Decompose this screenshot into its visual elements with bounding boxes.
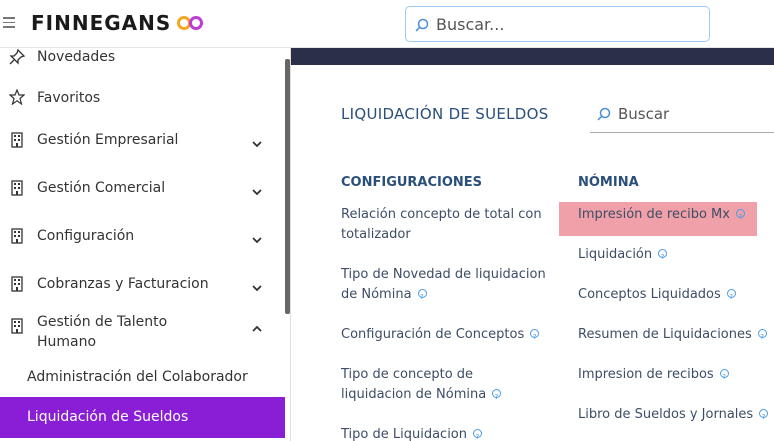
- top-bar: FINNEGANS: [0, 0, 774, 48]
- sidebar-scrollbar[interactable]: [285, 59, 290, 314]
- section-heading-configuraciones: CONFIGURACIONES: [341, 175, 483, 190]
- help-icon[interactable]: [735, 207, 745, 227]
- link-libro-sueldos[interactable]: Libro de Sueldos y Jornales: [578, 405, 769, 427]
- sidebar-item-label: Gestión Comercial: [37, 180, 166, 196]
- link-configuracion-conceptos[interactable]: Configuración de Conceptos: [341, 325, 540, 347]
- link-tipo-novedad[interactable]: Tipo de Novedad de liquidacion de Nómina: [341, 265, 546, 307]
- sidebar-item-talento-humano[interactable]: Gestión de Talento Humano: [0, 312, 285, 354]
- sidebar-item-novedades[interactable]: Novedades: [0, 48, 285, 68]
- sidebar-item-label: Humano: [37, 334, 97, 350]
- module-search[interactable]: [590, 99, 774, 133]
- link-label: Libro de Sueldos y Jornales: [578, 407, 754, 422]
- sidebar-item-label: Configuración: [37, 228, 135, 244]
- building-icon: [11, 276, 23, 292]
- search-icon: [415, 18, 429, 32]
- link-label: liquidacion de Nómina: [341, 387, 487, 402]
- help-icon[interactable]: [759, 407, 769, 427]
- link-label: Tipo de Novedad de liquidacion: [341, 267, 546, 282]
- chevron-down-icon[interactable]: [251, 186, 263, 198]
- sidebar-item-gestion-empresarial[interactable]: Gestión Empresarial: [0, 130, 285, 152]
- sidebar-subitem-label: Administración del Colaborador: [27, 369, 248, 385]
- link-resumen-liquidaciones[interactable]: Resumen de Liquidaciones: [578, 325, 767, 347]
- sidebar-item-label: Gestión Empresarial: [37, 132, 179, 148]
- sidebar-item-favoritos[interactable]: Favoritos: [0, 88, 285, 108]
- page-title: LIQUIDACIÓN DE SUELDOS: [341, 105, 549, 123]
- link-label: Configuración de Conceptos: [341, 327, 525, 342]
- help-icon[interactable]: [719, 367, 729, 387]
- link-label: Relación concepto de total con: [341, 207, 542, 222]
- section-heading-nomina: NÓMINA: [578, 175, 639, 190]
- link-label: Impresión de recibo Mx: [578, 207, 730, 222]
- link-label: Tipo de Liquidacion: [341, 427, 468, 441]
- help-icon[interactable]: [492, 387, 502, 407]
- brand-logo-icon: [177, 16, 203, 30]
- help-icon[interactable]: [530, 327, 540, 347]
- link-label: de Nómina: [341, 287, 412, 302]
- sidebar-item-label: Cobranzas y Facturacion: [37, 276, 209, 292]
- pin-icon: [9, 49, 25, 65]
- link-liquidacion[interactable]: Liquidación: [578, 245, 668, 267]
- building-icon: [11, 228, 23, 244]
- link-label: Liquidación: [578, 247, 653, 262]
- header-banner: [291, 48, 774, 65]
- help-icon[interactable]: [417, 287, 427, 307]
- help-icon[interactable]: [473, 427, 483, 441]
- sidebar-item-label: Favoritos: [37, 90, 101, 106]
- building-icon: [11, 318, 23, 334]
- search-icon: [597, 107, 611, 121]
- sidebar-item-label: Novedades: [37, 49, 116, 65]
- link-tipo-concepto[interactable]: Tipo de concepto de liquidacion de Nómin…: [341, 365, 502, 407]
- module-search-input[interactable]: [618, 103, 768, 125]
- link-label: Conceptos Liquidados: [578, 287, 721, 302]
- chevron-up-icon[interactable]: [251, 323, 263, 335]
- help-icon[interactable]: [658, 247, 668, 267]
- link-label: Impresion de recibos: [578, 367, 714, 382]
- link-label: totalizador: [341, 227, 411, 242]
- help-icon[interactable]: [757, 327, 767, 347]
- global-search-input[interactable]: [436, 12, 701, 36]
- link-impresion-recibos[interactable]: Impresion de recibos: [578, 365, 729, 387]
- global-search[interactable]: [405, 6, 710, 42]
- chevron-down-icon[interactable]: [251, 282, 263, 294]
- link-conceptos-liquidados[interactable]: Conceptos Liquidados: [578, 285, 736, 307]
- sidebar-item-cobranzas[interactable]: Cobranzas y Facturacion: [0, 274, 285, 296]
- building-icon: [11, 132, 23, 148]
- link-relacion-concepto[interactable]: Relación concepto de total con totalizad…: [341, 205, 542, 245]
- help-icon[interactable]: [726, 287, 736, 307]
- link-label: Tipo de concepto de: [341, 367, 474, 382]
- link-label: Resumen de Liquidaciones: [578, 327, 752, 342]
- sidebar-subitem-liquidacion-sueldos[interactable]: Liquidación de Sueldos: [0, 397, 285, 438]
- sidebar-item-configuracion[interactable]: Configuración: [0, 226, 285, 248]
- chevron-down-icon[interactable]: [251, 138, 263, 150]
- chevron-down-icon[interactable]: [251, 234, 263, 246]
- star-icon: [9, 89, 25, 105]
- sidebar-item-gestion-comercial[interactable]: Gestión Comercial: [0, 178, 285, 200]
- link-impresion-recibo-mx[interactable]: Impresión de recibo Mx: [578, 205, 745, 227]
- link-tipo-liquidacion[interactable]: Tipo de Liquidacion: [341, 425, 483, 441]
- sidebar-subitem-label: Liquidación de Sueldos: [27, 409, 189, 425]
- building-icon: [11, 180, 23, 196]
- hamburger-menu-icon[interactable]: [3, 17, 15, 28]
- sidebar-item-label: Gestión de Talento: [37, 314, 168, 330]
- sidebar-subitem-administracion[interactable]: Administración del Colaborador: [0, 366, 285, 390]
- brand-name: FINNEGANS: [31, 11, 172, 35]
